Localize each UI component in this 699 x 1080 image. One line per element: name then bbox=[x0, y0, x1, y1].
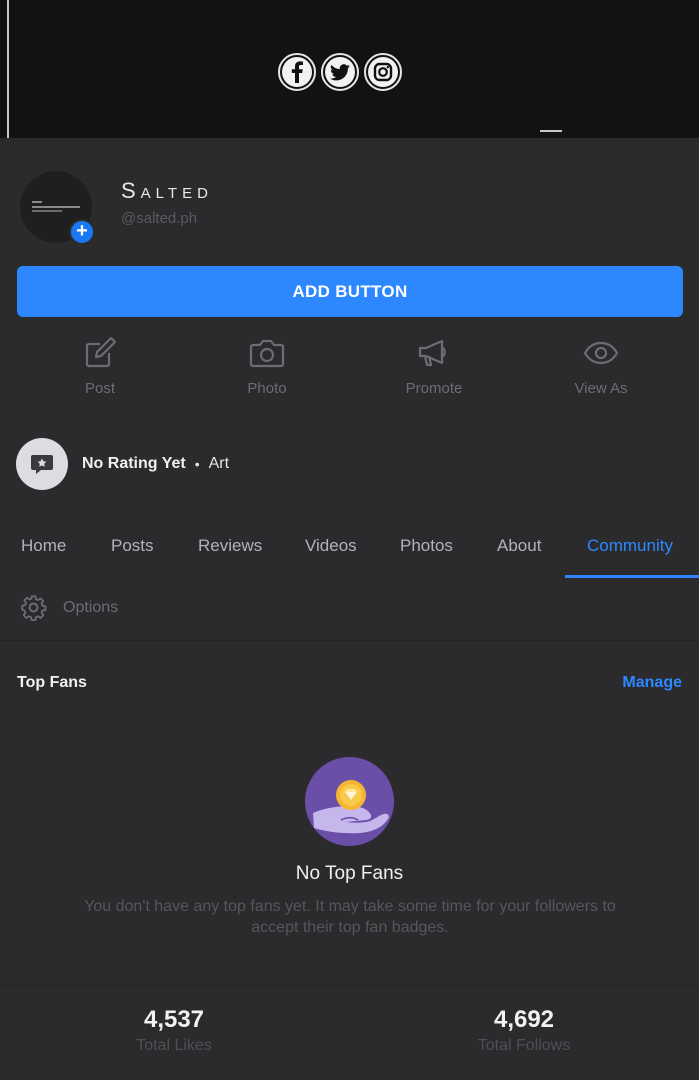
megaphone-icon bbox=[418, 339, 446, 367]
empty-state-description: You don't have any top fans yet. It may … bbox=[84, 898, 616, 936]
top-fans-title: Top Fans bbox=[17, 674, 87, 691]
instagram-icon bbox=[364, 53, 402, 91]
options-button[interactable]: Options bbox=[20, 594, 118, 621]
tab-about[interactable]: About bbox=[497, 536, 541, 556]
page-category[interactable]: Art bbox=[209, 455, 229, 473]
page-tabs: Home Posts Reviews Videos Photos About C… bbox=[0, 520, 699, 578]
twitter-icon bbox=[321, 53, 359, 91]
view-as-action[interactable]: View As bbox=[541, 336, 661, 397]
add-profile-photo-button[interactable]: + bbox=[69, 219, 95, 245]
stats-divider bbox=[0, 985, 699, 986]
total-likes-value: 4,537 bbox=[143, 1006, 205, 1033]
post-action-label: Post bbox=[84, 380, 115, 397]
options-label: Options bbox=[63, 598, 119, 616]
total-follows-label: Total Follows bbox=[477, 1037, 571, 1054]
active-tab-indicator bbox=[565, 575, 699, 578]
review-icon bbox=[16, 438, 68, 490]
cover-photo[interactable] bbox=[0, 0, 699, 138]
tab-photos[interactable]: Photos bbox=[400, 536, 453, 556]
total-follows-value: 4,692 bbox=[493, 1006, 555, 1033]
profile-avatar[interactable]: + bbox=[20, 171, 95, 245]
total-follows-stat: 4,692 Total Follows bbox=[384, 1006, 664, 1055]
gear-icon bbox=[21, 595, 47, 621]
facebook-icon bbox=[278, 53, 316, 91]
photo-action-label: Photo bbox=[247, 380, 287, 397]
page-actions: Post Photo Promote View As bbox=[0, 336, 699, 406]
page-handle: @salted.ph bbox=[121, 210, 198, 227]
tab-reviews[interactable]: Reviews bbox=[198, 536, 262, 556]
rating-separator: • bbox=[194, 456, 200, 472]
empty-state-title: No Top Fans bbox=[295, 863, 404, 884]
social-icons bbox=[278, 53, 402, 91]
total-likes-stat: 4,537 Total Likes bbox=[34, 1006, 314, 1055]
edit-icon bbox=[85, 336, 117, 368]
stats-separator bbox=[349, 1020, 350, 1048]
section-divider bbox=[0, 640, 699, 641]
tab-posts[interactable]: Posts bbox=[111, 536, 154, 556]
total-likes-label: Total Likes bbox=[136, 1037, 212, 1054]
rating-row[interactable]: No Rating Yet • Art bbox=[16, 438, 229, 490]
tab-videos[interactable]: Videos bbox=[305, 536, 357, 556]
camera-icon bbox=[249, 339, 285, 368]
manage-link[interactable]: Manage bbox=[622, 674, 682, 692]
page-name: Salted bbox=[121, 178, 213, 203]
top-fan-badge-illustration bbox=[305, 757, 394, 846]
eye-icon bbox=[583, 341, 619, 365]
post-action[interactable]: Post bbox=[40, 336, 160, 397]
tab-community[interactable]: Community bbox=[587, 536, 673, 556]
rating-text: No Rating Yet bbox=[82, 455, 186, 472]
view-as-action-label: View As bbox=[574, 380, 628, 397]
photo-action[interactable]: Photo bbox=[207, 336, 327, 397]
cover-edge-line bbox=[7, 0, 9, 138]
cover-dash bbox=[540, 130, 562, 132]
promote-action-label: Promote bbox=[405, 380, 463, 397]
add-button[interactable]: ADD BUTTON bbox=[17, 266, 683, 317]
avatar-logo-mark bbox=[32, 201, 80, 212]
tab-home[interactable]: Home bbox=[21, 536, 66, 556]
promote-action[interactable]: Promote bbox=[374, 336, 494, 397]
